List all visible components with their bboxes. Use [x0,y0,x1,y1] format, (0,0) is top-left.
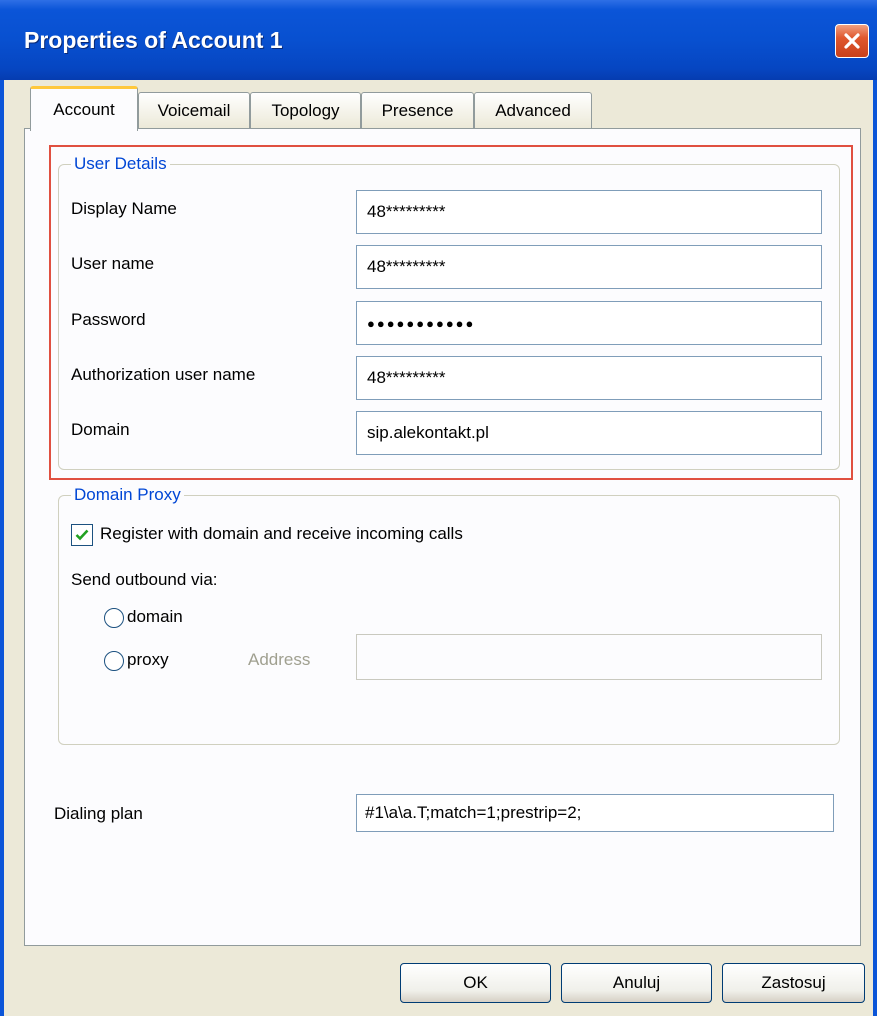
radio-proxy-label[interactable]: proxy [127,650,169,670]
window-border-left [0,80,4,1016]
window-title: Properties of Account 1 [24,27,283,53]
tab-topology[interactable]: Topology [250,92,361,128]
domain-value: sip.alekontakt.pl [367,423,489,442]
tab-topology-label: Topology [271,100,340,120]
auth-user-name-value: 48********* [367,368,446,387]
display-name-label: Display Name [71,199,177,218]
register-checkbox[interactable] [71,524,93,546]
tab-advanced[interactable]: Advanced [474,92,592,128]
user-name-field[interactable]: 48********* [356,245,822,289]
tab-voicemail-label: Voicemail [157,100,231,120]
cancel-button-label: Anuluj [612,973,661,992]
password-field[interactable]: ●●●●●●●●●●● [356,301,822,345]
send-outbound-label: Send outbound via: [71,570,218,589]
domain-field[interactable]: sip.alekontakt.pl [356,411,822,455]
properties-dialog: Properties of Account 1 Account Voicemai… [0,0,877,1016]
apply-button[interactable]: Zastosuj [722,963,865,1003]
tab-account-label: Account [53,100,115,119]
radio-domain[interactable] [104,608,124,628]
user-name-value: 48********* [367,257,446,276]
address-field[interactable] [356,634,822,680]
password-label: Password [71,310,146,329]
ok-button[interactable]: OK [400,963,551,1003]
tab-presence[interactable]: Presence [361,92,474,128]
dialing-plan-field[interactable]: #1\a\a.T;match=1;prestrip=2; [356,794,834,832]
window-border-right [873,80,877,1016]
domain-label: Domain [71,420,130,439]
register-label[interactable]: Register with domain and receive incomin… [100,524,463,544]
tab-presence-label: Presence [381,100,454,120]
ok-button-label: OK [463,973,488,992]
tab-voicemail[interactable]: Voicemail [138,92,250,128]
display-name-value: 48********* [367,202,446,221]
radio-proxy[interactable] [104,651,124,671]
dialing-plan-value: #1\a\a.T;match=1;prestrip=2; [365,803,582,822]
password-value: ●●●●●●●●●●● [367,315,476,331]
radio-domain-label[interactable]: domain [127,607,183,627]
tab-advanced-label: Advanced [495,100,571,120]
close-button[interactable] [835,24,869,58]
user-name-label: User name [71,254,155,273]
auth-user-name-field[interactable]: 48********* [356,356,822,400]
tab-account[interactable]: Account [30,86,138,131]
cancel-button[interactable]: Anuluj [561,963,712,1003]
user-details-legend: User Details [71,154,170,174]
close-icon [844,33,860,49]
address-label: Address [248,650,311,669]
domain-proxy-legend: Domain Proxy [71,485,184,505]
apply-button-label: Zastosuj [761,973,826,992]
auth-user-name-label: Authorization user name [71,365,256,384]
checkmark-icon [75,529,89,541]
dialing-plan-label: Dialing plan [54,804,143,823]
title-bar[interactable]: Properties of Account 1 [0,0,877,80]
display-name-field[interactable]: 48********* [356,190,822,234]
